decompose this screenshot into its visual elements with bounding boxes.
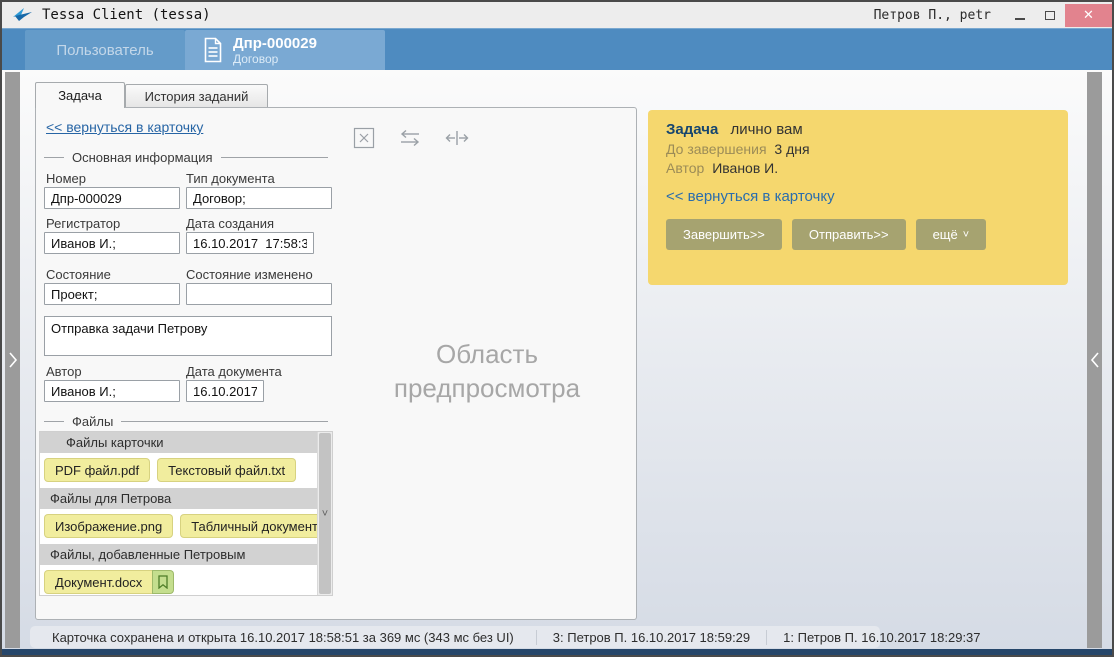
document-icon: [203, 37, 223, 63]
tab-document-number: Дпр-000029: [233, 35, 317, 52]
right-panel-expander[interactable]: [1087, 72, 1102, 648]
tab-task-history[interactable]: История заданий: [125, 84, 268, 107]
tab-user[interactable]: Пользователь: [25, 30, 185, 70]
main-tab-bar: Пользователь Дпр-000029 Договор: [2, 28, 1112, 70]
file-group-header: Файлы для Петрова: [40, 488, 317, 509]
tab-user-label: Пользователь: [56, 42, 153, 59]
file-item[interactable]: Текстовый файл.txt: [157, 458, 296, 482]
task-card-title: Задача: [666, 121, 718, 138]
field-subject[interactable]: Отправка задачи Петрову: [44, 316, 332, 356]
window-bottom-accent: [2, 649, 1112, 655]
tab-task-label: Задача: [58, 88, 102, 103]
section-main-info: Основная информация: [44, 150, 328, 165]
field-registrar[interactable]: [44, 232, 180, 254]
task-back-to-card-link[interactable]: << вернуться в карточку: [666, 188, 835, 205]
complete-task-button[interactable]: Завершить>>: [666, 219, 782, 250]
swap-preview-button[interactable]: [397, 125, 423, 151]
field-label-registrar: Регистратор: [46, 216, 120, 231]
chevron-down-icon: ˅: [963, 229, 969, 241]
close-icon: ✕: [1083, 7, 1094, 23]
close-preview-icon: [353, 127, 375, 149]
tab-document[interactable]: Дпр-000029 Договор: [185, 30, 385, 70]
status-bar: Карточка сохранена и открыта 16.10.2017 …: [30, 626, 880, 648]
file-item[interactable]: Изображение.png: [44, 514, 173, 538]
file-group-header: Файлы, добавленные Петровым: [40, 544, 317, 565]
file-item[interactable]: PDF файл.pdf: [44, 458, 150, 482]
field-created[interactable]: [186, 232, 314, 254]
swap-arrows-icon: [398, 129, 422, 147]
file-group-header: Файлы карточки: [40, 432, 317, 453]
more-actions-label: ещё: [933, 227, 958, 242]
file-item[interactable]: Табличный документ.xls: [180, 514, 317, 538]
tessa-logo-icon: [12, 7, 34, 23]
status-history-entry: 1: Петров П. 16.10.2017 18:29:37: [766, 630, 996, 645]
close-button[interactable]: ✕: [1065, 4, 1112, 27]
field-label-doc-type: Тип документа: [186, 171, 275, 186]
tab-task[interactable]: Задача: [35, 82, 125, 108]
files-scrollbar-thumb[interactable]: ˅: [319, 433, 331, 594]
files-list: Файлы карточки PDF файл.pdf Текстовый фа…: [39, 431, 333, 596]
field-number[interactable]: [44, 187, 180, 209]
task-author-label: Автор: [666, 160, 704, 176]
field-state[interactable]: [44, 283, 180, 305]
field-label-doc-date: Дата документа: [186, 364, 282, 379]
field-author[interactable]: [44, 380, 180, 402]
file-item[interactable]: Документ.docx: [44, 570, 174, 594]
files-scrollbar[interactable]: ˅: [317, 432, 332, 595]
task-card: Задача лично вам До завершения 3 дня Авт…: [648, 110, 1068, 285]
more-actions-button[interactable]: ещё ˅: [916, 219, 987, 250]
title-bar: Tessa Client (tessa) Петров П., petr ✕: [2, 2, 1112, 28]
status-history-entry: 3: Петров П. 16.10.2017 18:59:29: [536, 630, 766, 645]
chevron-right-icon: [8, 351, 18, 369]
send-task-button[interactable]: Отправить>>: [792, 219, 906, 250]
field-doc-date[interactable]: [186, 380, 264, 402]
left-panel-expander[interactable]: [5, 72, 20, 648]
file-item-label: Документ.docx: [44, 570, 152, 594]
card-panel: << вернуться в карточку Основная информа…: [35, 107, 637, 620]
task-author-value: Иванов И.: [712, 160, 778, 176]
minimize-icon: [1015, 18, 1025, 20]
tab-task-history-label: История заданий: [145, 89, 249, 104]
close-preview-button[interactable]: [351, 125, 377, 151]
field-state-changed[interactable]: [186, 283, 332, 305]
deadline-label: До завершения: [666, 141, 767, 157]
task-card-subtitle: лично вам: [730, 121, 802, 138]
minimize-button[interactable]: [1005, 4, 1035, 27]
chevron-left-icon: [1090, 351, 1100, 369]
preview-placeholder: Область предпросмотра: [372, 337, 602, 405]
maximize-button[interactable]: [1035, 4, 1065, 27]
field-label-author: Автор: [46, 364, 82, 379]
section-files-label: Файлы: [72, 414, 113, 429]
window-title: Tessa Client (tessa): [42, 7, 211, 23]
section-files: Файлы: [44, 414, 328, 429]
bookmark-badge: [152, 570, 174, 594]
app-window: Tessa Client (tessa) Петров П., petr ✕ П…: [0, 0, 1114, 657]
field-doc-type[interactable]: [186, 187, 332, 209]
field-label-state: Состояние: [46, 267, 111, 282]
split-view-icon: [445, 129, 469, 147]
deadline-value: 3 дня: [774, 141, 809, 157]
bookmark-icon: [158, 575, 168, 589]
section-main-info-label: Основная информация: [72, 150, 213, 165]
tab-document-type: Договор: [233, 52, 317, 66]
field-label-created: Дата создания: [186, 216, 274, 231]
maximize-icon: [1045, 11, 1055, 20]
field-label-state-changed: Состояние изменено: [186, 267, 313, 282]
split-preview-button[interactable]: [444, 125, 470, 151]
scroll-chevron-icon: ˅: [322, 508, 328, 520]
field-label-number: Номер: [46, 171, 86, 186]
status-message: Карточка сохранена и открыта 16.10.2017 …: [30, 630, 536, 645]
current-user-label: Петров П., petr: [874, 8, 991, 23]
back-to-card-link[interactable]: << вернуться в карточку: [46, 119, 203, 135]
